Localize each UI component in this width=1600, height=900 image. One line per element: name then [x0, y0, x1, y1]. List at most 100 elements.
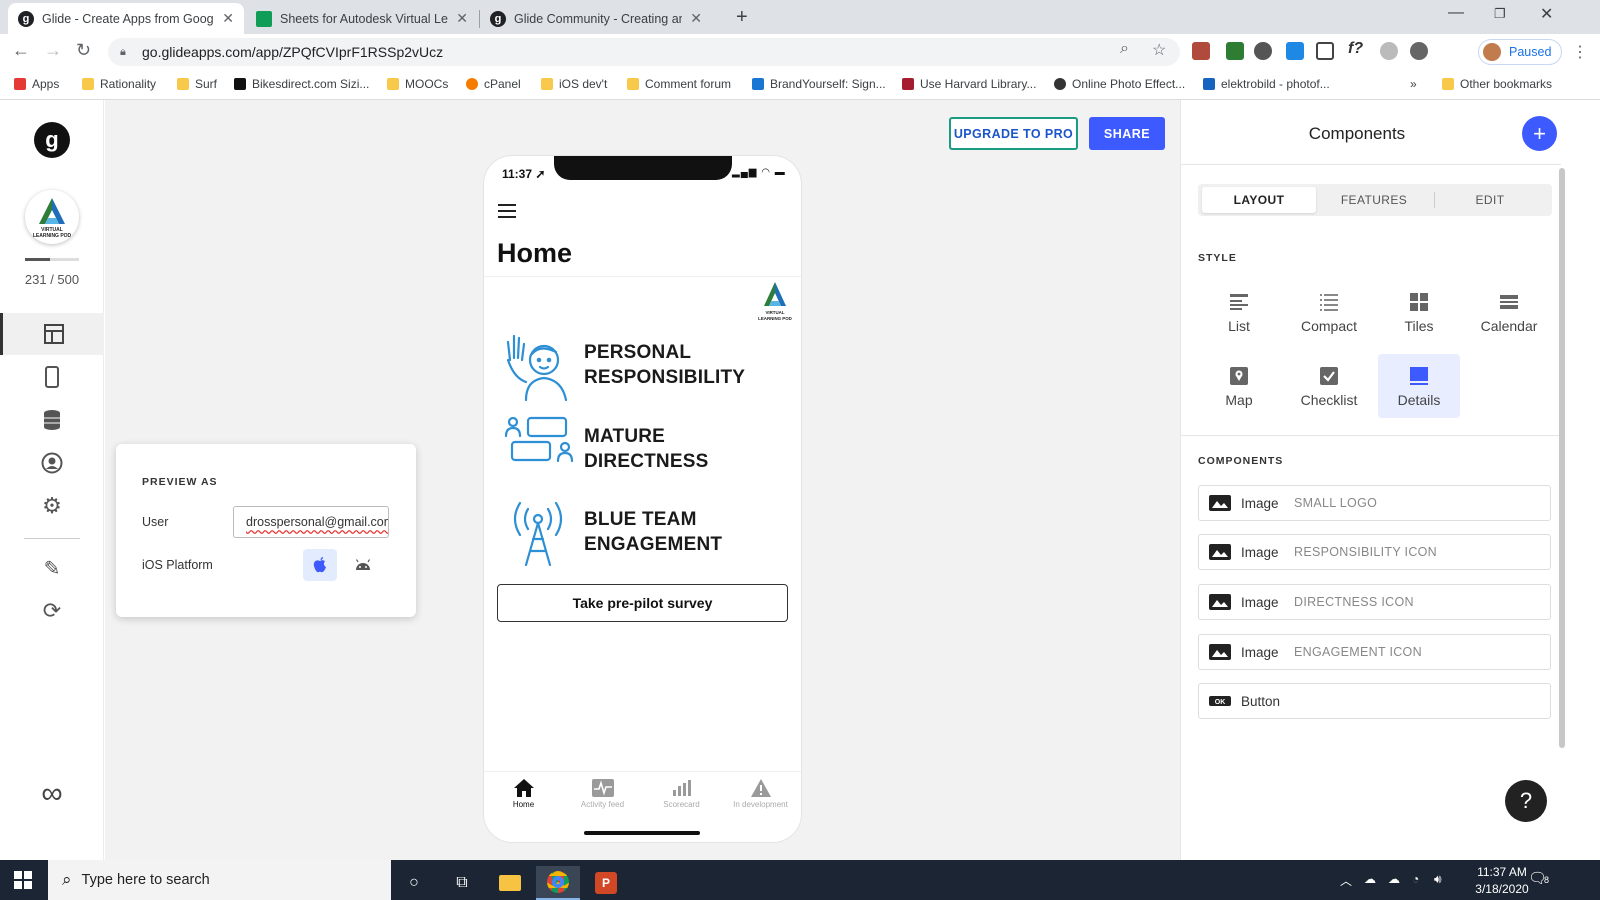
close-tab-icon[interactable]: ✕: [222, 10, 234, 27]
glide-infinity-logo[interactable]: ∞: [0, 773, 104, 815]
style-option-calendar[interactable]: Calendar: [1468, 280, 1550, 344]
browser-menu-icon[interactable]: ⋮: [1572, 42, 1588, 62]
extension-icon[interactable]: [1410, 42, 1428, 60]
share-button[interactable]: SHARE: [1089, 117, 1165, 150]
tab-edit[interactable]: EDIT: [1433, 187, 1547, 213]
style-option-list[interactable]: List: [1198, 280, 1280, 344]
close-tab-icon[interactable]: ✕: [456, 10, 468, 27]
window-close-icon[interactable]: ✕: [1540, 4, 1553, 24]
bookmark-item[interactable]: Bikesdirect.com Sizi...: [234, 77, 369, 91]
extension-icon[interactable]: [1380, 42, 1398, 60]
extension-icon[interactable]: [1226, 42, 1244, 60]
bikesdirect-icon: [234, 78, 246, 90]
bookmark-item[interactable]: Online Photo Effect...: [1054, 77, 1185, 91]
volume-icon[interactable]: 🔊︎: [1434, 872, 1442, 887]
style-option-compact[interactable]: Compact: [1288, 280, 1370, 344]
phone-tab-scorecard[interactable]: Scorecard: [642, 776, 721, 809]
browser-tab-community[interactable]: g Glide Community - Creating ama ✕: [480, 3, 712, 34]
bookmark-item[interactable]: Apps: [14, 77, 59, 91]
add-component-button[interactable]: +: [1522, 116, 1557, 151]
component-row-small-logo[interactable]: Image SMALL LOGO: [1198, 485, 1551, 521]
preview-device-nav-item[interactable]: [0, 356, 104, 398]
component-type: Image: [1241, 495, 1279, 511]
phone-tab-activity[interactable]: Activity feed: [563, 776, 642, 809]
component-row-button[interactable]: OK Button: [1198, 683, 1551, 719]
bookmark-item[interactable]: elektrobild - photof...: [1203, 77, 1330, 91]
component-row-directness-icon[interactable]: Image DIRECTNESS ICON: [1198, 584, 1551, 620]
bookmark-star-icon[interactable]: ☆: [1152, 40, 1166, 60]
app-icon[interactable]: VIRTUAL LEARNING POD: [25, 190, 79, 244]
cloud-sync-icon[interactable]: ☁: [1388, 872, 1400, 886]
network-icon[interactable]: ◔: [1412, 872, 1419, 886]
other-bookmarks[interactable]: Other bookmarks: [1442, 77, 1552, 91]
upgrade-to-pro-button[interactable]: UPGRADE TO PRO: [949, 117, 1078, 150]
style-option-details[interactable]: Details: [1378, 354, 1460, 418]
bookmark-item[interactable]: Surf: [177, 77, 217, 91]
phone-tab-home[interactable]: Home: [484, 776, 563, 809]
restore-icon[interactable]: ❐: [1494, 6, 1506, 22]
help-button[interactable]: ?: [1505, 780, 1547, 822]
style-option-tiles[interactable]: Tiles: [1378, 280, 1460, 344]
taskbar-search[interactable]: ⌕ Type here to search: [48, 860, 391, 900]
profile-button[interactable]: Paused: [1478, 39, 1563, 65]
take-survey-button[interactable]: Take pre-pilot survey: [497, 584, 788, 622]
panel-scrollbar[interactable]: [1559, 168, 1565, 748]
sync-nav-item[interactable]: ⟳: [0, 590, 104, 632]
settings-nav-item[interactable]: ⚙: [0, 485, 104, 527]
bookmark-item[interactable]: cPanel: [466, 77, 521, 91]
data-nav-item[interactable]: [0, 399, 104, 441]
hamburger-menu-icon[interactable]: [498, 204, 516, 222]
android-platform-button[interactable]: [346, 549, 380, 581]
file-explorer-icon[interactable]: [488, 866, 532, 900]
windows-start-icon[interactable]: [14, 871, 32, 889]
phone-tab-in-development[interactable]: In development: [721, 776, 800, 809]
tab-features[interactable]: FEATURES: [1317, 187, 1431, 213]
reload-icon[interactable]: ↻: [76, 40, 91, 61]
notifications-icon[interactable]: 🗨︎8: [1528, 869, 1549, 887]
photo-effects-icon: [1054, 78, 1066, 90]
formula-extension-icon[interactable]: f?: [1348, 40, 1363, 58]
address-bar[interactable]: 🔒︎ go.glideapps.com/app/ZPQfCVIprF1RSSp2…: [108, 38, 1180, 66]
bookmarks-overflow-icon[interactable]: »: [1410, 77, 1417, 91]
bookmark-item[interactable]: Use Harvard Library...: [902, 77, 1036, 91]
style-option-map[interactable]: Map: [1198, 354, 1280, 418]
component-row-engagement-icon[interactable]: Image ENGAGEMENT ICON: [1198, 634, 1551, 670]
bookmark-item[interactable]: Comment forum: [627, 77, 731, 91]
folder-icon: [627, 78, 639, 90]
extension-icon[interactable]: [1316, 42, 1334, 60]
tab-layout[interactable]: LAYOUT: [1202, 187, 1316, 213]
cortana-icon[interactable]: ○: [392, 866, 436, 900]
feature-mature-directness: MATURE DIRECTNESS: [504, 414, 784, 490]
users-nav-item[interactable]: [0, 442, 104, 484]
ios-platform-button[interactable]: [303, 549, 337, 581]
close-tab-icon[interactable]: ✕: [690, 10, 702, 27]
layout-nav-item[interactable]: [0, 313, 104, 355]
preview-user-input[interactable]: drosspersonal@gmail.com: [233, 506, 389, 538]
bookmark-item[interactable]: MOOCs: [387, 77, 448, 91]
extension-icon[interactable]: [1254, 42, 1272, 60]
browser-tab-sheets[interactable]: Sheets for Autodesk Virtual Learn ✕: [246, 3, 478, 34]
zoom-icon[interactable]: ⌕: [1120, 40, 1129, 58]
component-row-responsibility-icon[interactable]: Image RESPONSIBILITY ICON: [1198, 534, 1551, 570]
style-option-checklist[interactable]: Checklist: [1288, 354, 1370, 418]
bookmark-item[interactable]: Rationality: [82, 77, 156, 91]
bookmark-item[interactable]: BrandYourself: Sign...: [752, 77, 886, 91]
forward-icon[interactable]: →: [44, 40, 62, 61]
edit-nav-item[interactable]: ✎: [0, 547, 104, 589]
browser-tab-strip: g Glide - Create Apps from Google ✕ Shee…: [0, 0, 1600, 34]
back-icon[interactable]: ←: [12, 40, 30, 61]
new-tab-icon[interactable]: +: [736, 6, 748, 29]
glide-logo[interactable]: g: [34, 122, 70, 158]
show-hidden-icons[interactable]: ︿: [1340, 872, 1352, 889]
browser-tab-glide[interactable]: g Glide - Create Apps from Google ✕: [8, 3, 244, 34]
powerpoint-taskbar-icon[interactable]: P: [584, 866, 628, 900]
minimize-icon[interactable]: —: [1448, 4, 1464, 22]
onedrive-icon[interactable]: ☁: [1364, 872, 1376, 886]
svg-text:OK: OK: [1215, 699, 1226, 706]
extension-icon[interactable]: [1192, 42, 1210, 60]
task-view-icon[interactable]: ⧉: [440, 866, 484, 900]
extension-icon[interactable]: [1286, 42, 1304, 60]
chrome-taskbar-icon[interactable]: [536, 866, 580, 900]
bookmark-item[interactable]: iOS dev't: [541, 77, 607, 91]
folder-icon: [82, 78, 94, 90]
